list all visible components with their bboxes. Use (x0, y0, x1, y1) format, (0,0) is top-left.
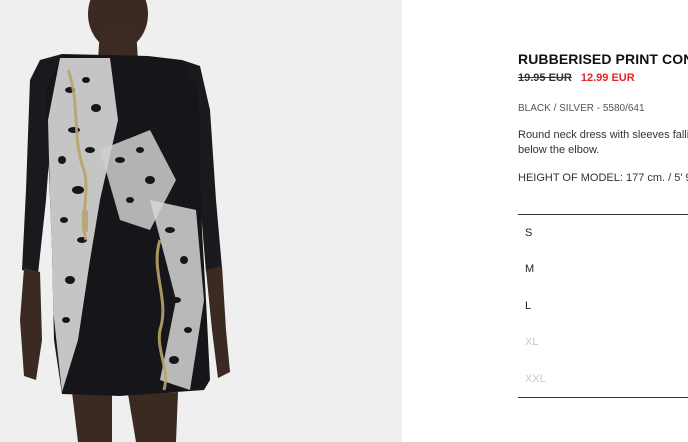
model-height: HEIGHT OF MODEL: 177 cm. / 5' 9" (518, 172, 688, 184)
sale-price: 12.99 EUR (580, 72, 635, 84)
left-leg (72, 392, 112, 442)
size-option-s[interactable]: S (518, 215, 688, 251)
size-option-xl: XL (525, 336, 539, 349)
size-option-l[interactable]: L (518, 288, 688, 324)
original-price: 19.95 EUR (518, 72, 572, 84)
product-image[interactable] (0, 0, 402, 442)
size-option-xxl: XXL (525, 372, 546, 385)
dress-photo (0, 0, 402, 442)
size-option-m[interactable]: M (518, 251, 688, 287)
product-description: Round neck dress with sleeves falling be… (518, 129, 688, 156)
product-title: RUBBERISED PRINT CONTRAST DRESS (518, 51, 688, 67)
right-leg (128, 392, 178, 442)
price-row: 19.95 EUR 12.99 EUR (518, 72, 635, 84)
color-reference: BLACK / SILVER - 5580/641 (518, 103, 645, 114)
size-selector: S M L XL XXL (518, 214, 688, 398)
product-info-panel: RUBBERISED PRINT CONTRAST DRESS 19.95 EU… (402, 0, 688, 442)
